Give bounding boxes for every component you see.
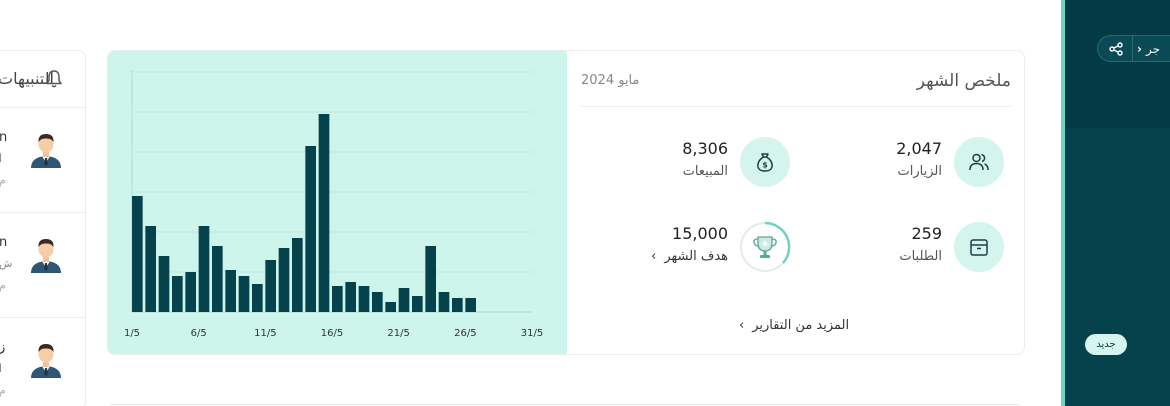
section-divider xyxy=(110,404,1020,405)
chart-bar-12/5[interactable] xyxy=(278,248,290,312)
sidebar-header: › جر xyxy=(1065,0,1170,128)
summary-date: مايو 2024 xyxy=(581,73,640,88)
chart-bar-25/5[interactable] xyxy=(452,298,463,312)
chart-bar-23/5[interactable] xyxy=(425,246,436,312)
app-sidebar: › جر جديد xyxy=(1061,0,1170,406)
money-bag-icon: $ xyxy=(740,137,790,187)
notification-item[interactable]: n ش م xyxy=(0,213,85,318)
sales-label: المبيعات xyxy=(682,164,728,179)
goal-value: 15,000 xyxy=(672,224,728,243)
new-badge: جديد xyxy=(1085,334,1127,355)
svg-text:$: $ xyxy=(762,161,768,170)
chart-bar-13/5[interactable] xyxy=(292,238,303,312)
goal-link[interactable]: ‹ هدف الشهر xyxy=(651,249,728,264)
chart-bar-5/5[interactable] xyxy=(185,272,196,312)
chart-bar-2/5[interactable] xyxy=(145,226,156,312)
orders-label: الطلبات xyxy=(899,249,942,264)
more-reports-link[interactable]: ‹ المزيد من التقارير xyxy=(739,318,849,333)
store-label: جر xyxy=(1145,41,1160,56)
chart-bar-24/5[interactable] xyxy=(438,292,450,312)
chevron-left-icon: ‹ xyxy=(651,249,657,264)
notification-text: ا xyxy=(0,362,2,375)
avatar xyxy=(29,235,63,273)
chart-bar-9/5[interactable] xyxy=(238,276,250,312)
x-tick-label: 26/5 xyxy=(454,328,476,339)
avatar xyxy=(29,340,63,378)
more-reports-label: المزيد من التقارير xyxy=(752,318,850,333)
summary-divider xyxy=(581,106,1011,107)
x-tick-label: 31/5 xyxy=(521,328,543,339)
chevron-right-icon: › xyxy=(1137,41,1142,56)
monthly-summary-card: 1/5 6/5 11/5 16/5 21/5 26/5 31/5 ملخص الشهر ما… xyxy=(107,50,1025,355)
users-icon xyxy=(954,137,1004,187)
chart-bar-14/5[interactable] xyxy=(305,146,316,312)
chart-bar-26/5[interactable] xyxy=(465,298,476,312)
notification-time: م xyxy=(0,279,6,292)
notification-sender: n xyxy=(0,130,7,145)
notifications-header: التنبيهات xyxy=(0,51,85,108)
chart-bar-20/5[interactable] xyxy=(385,302,396,312)
notifications-card: التنبيهات n ا م n ش م xyxy=(0,50,86,406)
chart-bar-15/5[interactable] xyxy=(318,114,330,312)
store-switcher[interactable]: › جر xyxy=(1097,35,1170,62)
x-tick-label: 6/5 xyxy=(191,328,207,339)
notification-time: م xyxy=(0,384,6,397)
chart-bar-11/5[interactable] xyxy=(265,260,276,312)
chevron-left-icon: ‹ xyxy=(739,318,745,333)
chart-bar-6/5[interactable] xyxy=(198,226,210,312)
bell-icon[interactable] xyxy=(45,69,63,93)
chart-bar-8/5[interactable] xyxy=(225,270,236,312)
chart-bar-19/5[interactable] xyxy=(372,292,383,312)
x-tick-label: 11/5 xyxy=(254,328,276,339)
share-icon[interactable] xyxy=(1106,39,1126,59)
avatar xyxy=(29,130,63,168)
notification-item[interactable]: ز ا م xyxy=(0,318,85,406)
pill-divider xyxy=(1132,35,1133,62)
chart-bar-18/5[interactable] xyxy=(358,286,370,312)
chart-bar-7/5[interactable] xyxy=(212,246,223,312)
chart-bar-16/5[interactable] xyxy=(332,286,343,312)
sales-value: 8,306 xyxy=(682,139,728,158)
orders-value: 259 xyxy=(911,224,942,243)
chart-bar-3/5[interactable] xyxy=(158,256,170,312)
box-icon xyxy=(954,222,1004,272)
trophy-progress-icon xyxy=(740,221,791,272)
notification-item[interactable]: n ا م xyxy=(0,108,85,213)
goal-label: هدف الشهر xyxy=(664,249,728,264)
x-tick-label: 21/5 xyxy=(387,328,409,339)
visits-label: الزيارات xyxy=(897,164,942,179)
sales-chart-panel: 1/5 6/5 11/5 16/5 21/5 26/5 31/5 xyxy=(108,51,567,354)
visits-value: 2,047 xyxy=(896,139,942,158)
x-tick-label: 1/5 xyxy=(124,328,140,339)
daily-bar-chart: 1/5 6/5 11/5 16/5 21/5 26/5 31/5 xyxy=(124,70,543,339)
x-tick-label: 16/5 xyxy=(321,328,343,339)
notification-text: ا xyxy=(0,152,2,165)
notification-sender: n xyxy=(0,235,7,250)
chart-bar-22/5[interactable] xyxy=(412,296,423,312)
chart-bar-1/5[interactable] xyxy=(132,196,143,312)
notification-sender: ز xyxy=(0,340,5,355)
chart-bar-4/5[interactable] xyxy=(172,276,183,312)
notification-text: ش xyxy=(0,257,13,270)
chart-bar-21/5[interactable] xyxy=(398,288,410,312)
chart-bar-10/5[interactable] xyxy=(252,284,263,312)
summary-panel: ملخص الشهر مايو 2024 2,047 الزيارات $ 8,… xyxy=(567,51,1024,354)
chart-bar-17/5[interactable] xyxy=(345,282,356,312)
notification-time: م xyxy=(0,174,6,187)
summary-title: ملخص الشهر xyxy=(916,71,1011,91)
